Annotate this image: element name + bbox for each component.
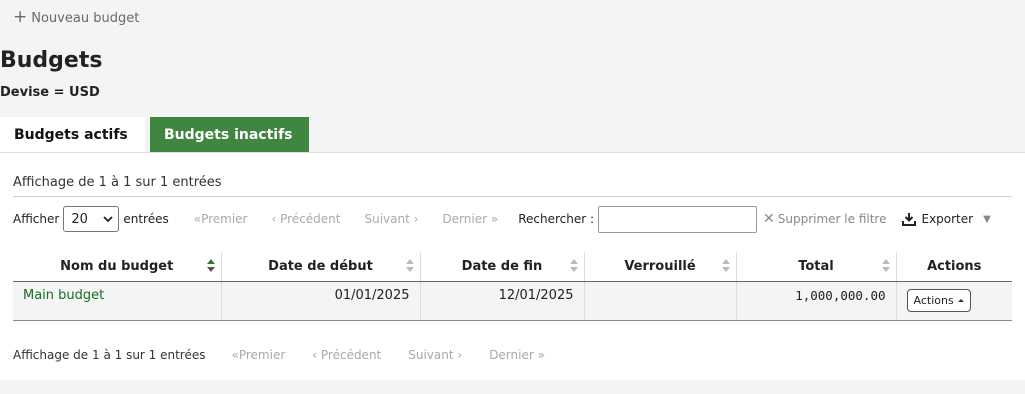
chevron-down-icon (103, 215, 113, 222)
sort-ascending-icon (206, 259, 215, 273)
start-date-cell: 01/01/2025 (221, 281, 421, 321)
new-budget-button[interactable]: + Nouveau budget (13, 7, 140, 27)
export-button[interactable]: Exporter ▼ (902, 212, 991, 226)
new-budget-label: Nouveau budget (31, 11, 140, 26)
tab-inactive-budgets[interactable]: Budgets inactifs (150, 117, 309, 152)
column-header-total[interactable]: Total (736, 252, 897, 282)
tab-bar: Budgets actifs Budgets inactifs (0, 117, 309, 152)
actions-cell: Actions (896, 281, 1012, 321)
column-header-start[interactable]: Date de début (221, 252, 421, 282)
clear-filter-label: Supprimer le filtre (777, 212, 887, 226)
budgets-panel: Affichage de 1 à 1 sur 1 entrées Affiche… (0, 152, 1025, 380)
plus-icon: + (13, 7, 28, 27)
previous-page-button[interactable]: ‹ Précédent (272, 212, 341, 226)
page-size-value: 20 (71, 211, 88, 227)
divider (13, 196, 1012, 197)
page-title: Budgets (0, 48, 103, 73)
tab-active-budgets[interactable]: Budgets actifs (0, 117, 145, 152)
total-cell: 1,000,000.00 (736, 281, 897, 321)
table-row: Main budget 01/01/2025 12/01/2025 1,000,… (13, 281, 1012, 321)
column-header-name[interactable]: Nom du budget (13, 252, 222, 282)
sort-icon (405, 259, 414, 273)
budget-name-cell: Main budget (13, 281, 222, 321)
clear-filter-button[interactable]: ✕ Supprimer le filtre (763, 211, 886, 227)
page-size-select[interactable]: 20 (63, 206, 120, 232)
sort-icon (881, 259, 890, 273)
next-page-button-bottom[interactable]: Suivant › (408, 348, 462, 362)
sort-icon (569, 259, 578, 273)
actions-dropdown-button[interactable]: Actions (906, 288, 971, 312)
table-footer: Affichage de 1 à 1 sur 1 entrées «Premie… (13, 340, 1012, 370)
previous-page-button-bottom[interactable]: ‹ Précédent (312, 348, 381, 362)
last-page-button[interactable]: Dernier » (442, 212, 498, 226)
locked-cell (584, 281, 737, 321)
table-info-top: Affichage de 1 à 1 sur 1 entrées (13, 175, 222, 190)
caret-up-icon (957, 298, 964, 302)
show-label: Afficher (13, 212, 60, 226)
sort-icon (721, 259, 730, 273)
search-input[interactable] (598, 205, 758, 233)
column-header-locked[interactable]: Verrouillé (584, 252, 737, 282)
end-date-cell: 12/01/2025 (420, 281, 585, 321)
currency-label: Devise = USD (0, 85, 100, 100)
last-page-button-bottom[interactable]: Dernier » (489, 348, 545, 362)
export-label: Exporter (921, 212, 974, 226)
table-controls: Afficher 20 entrées «Premier ‹ Précédent… (13, 205, 1012, 233)
next-page-button[interactable]: Suivant › (364, 212, 418, 226)
column-header-actions: Actions (896, 252, 1012, 282)
budgets-table: Nom du budget Date de début Date de fin … (13, 252, 1012, 321)
budget-name-link[interactable]: Main budget (23, 288, 104, 303)
entries-label: entrées (123, 212, 169, 226)
actions-label: Actions (913, 293, 954, 307)
column-header-end[interactable]: Date de fin (420, 252, 585, 282)
first-page-button[interactable]: «Premier (194, 212, 248, 226)
caret-down-icon: ▼ (983, 213, 991, 225)
close-icon: ✕ (763, 211, 775, 227)
download-icon (902, 212, 917, 226)
search-label: Rechercher : (518, 212, 595, 226)
table-info-bottom: Affichage de 1 à 1 sur 1 entrées (13, 348, 206, 362)
first-page-button-bottom[interactable]: «Premier (232, 348, 286, 362)
